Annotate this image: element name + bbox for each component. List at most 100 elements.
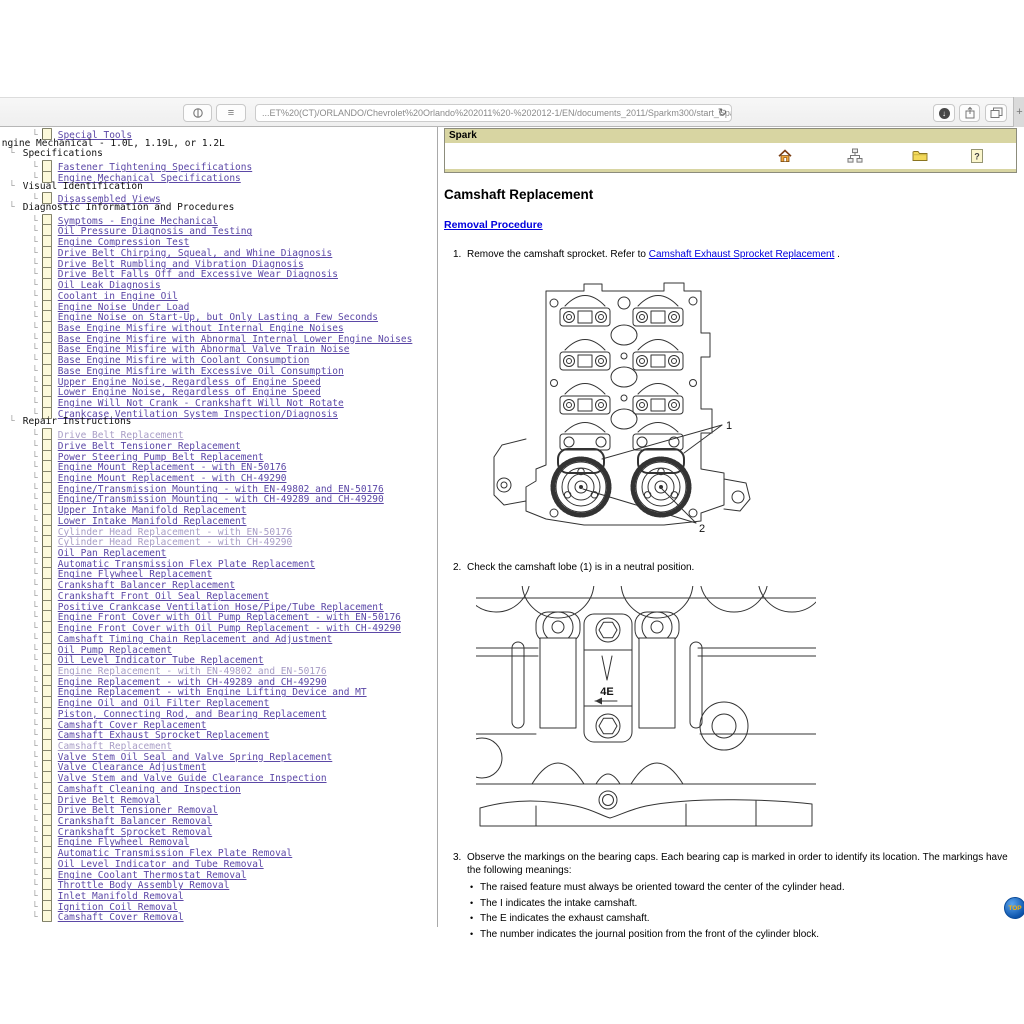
tree-branch-icon: └ xyxy=(9,202,15,213)
cam-cap-rows xyxy=(560,296,683,451)
tree-branch-icon: └ xyxy=(9,181,15,192)
sidebar-item: └Crankshaft Balancer Removal xyxy=(2,814,436,825)
privacy-icon[interactable] xyxy=(183,104,212,122)
sidebar-item: └Drive Belt Rumbling and Vibration Diagn… xyxy=(2,257,436,268)
share-icon[interactable] xyxy=(959,104,980,122)
list-item: The raised feature must always be orient… xyxy=(467,881,1017,894)
step-2: 2.Check the camshaft lobe (1) is in a ne… xyxy=(444,561,1017,574)
sidebar-item: └Engine Replacement - with EN-49802 and … xyxy=(2,664,436,675)
content-frame: Spark ? Camshaft Replacement Removal Pro… xyxy=(444,127,1017,941)
sidebar-item: └Base Engine Misfire with Abnormal Inter… xyxy=(2,332,436,343)
step-number: 3. xyxy=(453,851,461,864)
frame-title: Spark xyxy=(445,129,1016,143)
tree-branch-icon: └ xyxy=(9,148,15,159)
sidebar-item: └Fastener Tightening Specifications xyxy=(2,160,436,171)
sidebar-item: └Drive Belt Tensioner Replacement xyxy=(2,439,436,450)
sidebar-item: └Drive Belt Replacement xyxy=(2,428,436,439)
tabs-icon[interactable] xyxy=(985,104,1007,122)
document-icon xyxy=(42,910,52,922)
sidebar-item: └Crankshaft Balancer Replacement xyxy=(2,578,436,589)
sidebar-item-label: Visual Identification xyxy=(23,181,143,192)
frame-header-rule xyxy=(445,169,1016,172)
bullet-text: The E indicates the exhaust camshaft. xyxy=(480,913,650,924)
sidebar-item: └Ignition Coil Removal xyxy=(2,900,436,911)
frame-toolbar: ? xyxy=(445,143,1016,169)
sidebar-item: └Cylinder Head Replacement - with EN-501… xyxy=(2,525,436,536)
bullet-text: The I indicates the intake camshaft. xyxy=(480,898,637,909)
step-text: Check the camshaft lobe (1) is in a neut… xyxy=(467,562,694,573)
figure-bearing-cap: 4E xyxy=(476,586,1017,836)
sprocket-left xyxy=(553,459,609,515)
sidebar-item: └Oil Level Indicator and Tube Removal xyxy=(2,857,436,868)
sitemap-icon[interactable] xyxy=(847,148,863,164)
sidebar-item: └Base Engine Misfire with Excessive Oil … xyxy=(2,364,436,375)
sidebar-item-label: Repair Instructions xyxy=(23,416,132,427)
sidebar-item: └Engine Mount Replacement - with EN-5017… xyxy=(2,460,436,471)
sidebar-item: └Crankshaft Front Oil Seal Replacement xyxy=(2,589,436,600)
sidebar-item: └Engine Replacement - with CH-49289 and … xyxy=(2,675,436,686)
sidebar-item: └ Camshaft Cover Removal xyxy=(2,910,436,921)
callout-2: 2 xyxy=(699,523,705,535)
sidebar-item: └Lower Intake Manifold Replacement xyxy=(2,514,436,525)
list-item: The number indicates the journal positio… xyxy=(467,928,1017,941)
sidebar-item: └Automatic Transmission Flex Plate Remov… xyxy=(2,846,436,857)
url-bar[interactable]: ...ET%20(CT)/ORLANDO/Chevrolet%20Orlando… xyxy=(255,104,732,122)
sidebar-item: └Camshaft Cleaning and Inspection xyxy=(2,782,436,793)
list-item: The I indicates the intake camshaft. xyxy=(467,897,1017,910)
reload-icon[interactable]: ↻ xyxy=(718,105,727,121)
sidebar-item: └Engine Noise Under Load xyxy=(2,300,436,311)
step-1: 1. Remove the camshaft sprocket. Refer to… xyxy=(444,248,1017,261)
sidebar-item: └Symptoms - Engine Mechanical xyxy=(2,214,436,225)
help-icon[interactable]: ? xyxy=(969,148,985,164)
sidebar-item: └Engine Front Cover with Oil Pump Replac… xyxy=(2,621,436,632)
sidebar-item: └Engine Replacement - with Engine Liftin… xyxy=(2,685,436,696)
svg-text:?: ? xyxy=(974,152,980,162)
page-title: Camshaft Replacement xyxy=(444,187,1017,202)
step-text: Remove the camshaft sprocket. Refer to xyxy=(467,249,649,260)
sidebar-item: └Engine/Transmission Mounting - with CH-… xyxy=(2,492,436,503)
sidebar-item-label[interactable]: Camshaft Cover Removal xyxy=(58,912,184,923)
downloads-icon[interactable]: ↓ xyxy=(933,104,955,122)
sidebar-item: └Base Engine Misfire with Coolant Consum… xyxy=(2,353,436,364)
sidebar-item: └Engine Front Cover with Oil Pump Replac… xyxy=(2,610,436,621)
bullet-text: The number indicates the journal positio… xyxy=(480,929,819,940)
sidebar-item: └Camshaft Exhaust Sprocket Replacement xyxy=(2,728,436,739)
step-number: 1. xyxy=(453,248,461,261)
sidebar-item: └Oil Pressure Diagnosis and Testing xyxy=(2,224,436,235)
sidebar-item: └Engine Mount Replacement - with CH-4929… xyxy=(2,471,436,482)
reader-icon[interactable]: ≡ xyxy=(216,104,246,122)
sidebar-item: └Engine/Transmission Mounting - with EN-… xyxy=(2,482,436,493)
sidebar-item: └Crankshaft Sprocket Removal xyxy=(2,825,436,836)
folder-icon[interactable] xyxy=(912,148,928,164)
sidebar-item: └ Specifications xyxy=(2,149,436,160)
callout-1: 1 xyxy=(726,420,732,432)
sidebar-item: └Drive Belt Tensioner Removal xyxy=(2,803,436,814)
sidebar-item-label: Specifications xyxy=(23,148,103,159)
sprocket-replacement-link[interactable]: Camshaft Exhaust Sprocket Replacement xyxy=(649,249,835,260)
sidebar-item: └Lower Engine Noise, Regardless of Engin… xyxy=(2,385,436,396)
sidebar-item: └Throttle Body Assembly Removal xyxy=(2,878,436,889)
tree-branch-icon: └ xyxy=(32,912,38,923)
new-tab-button[interactable]: + xyxy=(1013,97,1024,127)
top-badge[interactable]: TOP xyxy=(1004,897,1024,919)
sidebar-item: └Cylinder Head Replacement - with CH-492… xyxy=(2,535,436,546)
removal-procedure-link[interactable]: Removal Procedure xyxy=(444,219,543,231)
frame-header-box: Spark ? xyxy=(444,128,1017,173)
document-icon xyxy=(42,632,52,644)
url-text: ...ET%20(CT)/ORLANDO/Chevrolet%20Orlando… xyxy=(262,108,732,118)
sidebar-item: └Automatic Transmission Flex Plate Repla… xyxy=(2,557,436,568)
sidebar-item-label: Diagnostic Information and Procedures xyxy=(23,202,235,213)
sidebar-item: └Valve Stem and Valve Guide Clearance In… xyxy=(2,771,436,782)
sidebar-item: └Piston, Connecting Rod, and Bearing Rep… xyxy=(2,707,436,718)
sidebar-item: └ Diagnostic Information and Procedures xyxy=(2,203,436,214)
list-item: The E indicates the exhaust camshaft. xyxy=(467,912,1017,925)
bearing-cap-marking: 4E xyxy=(600,686,613,698)
home-icon[interactable] xyxy=(777,148,793,164)
sidebar-item: └Drive Belt Chirping, Squeal, and Whine … xyxy=(2,246,436,257)
sidebar-tree: └Special Tools Engine Mechanical - 1.0L,… xyxy=(2,128,436,926)
sidebar-item: └Engine Will Not Crank - Crankshaft Will… xyxy=(2,396,436,407)
tree-branch-icon: └ xyxy=(9,416,15,427)
step-3: 3.Observe the markings on the bearing ca… xyxy=(444,851,1017,941)
sidebar-item: └Power Steering Pump Belt Replacement xyxy=(2,450,436,461)
sidebar-item: └Positive Crankcase Ventilation Hose/Pip… xyxy=(2,600,436,611)
